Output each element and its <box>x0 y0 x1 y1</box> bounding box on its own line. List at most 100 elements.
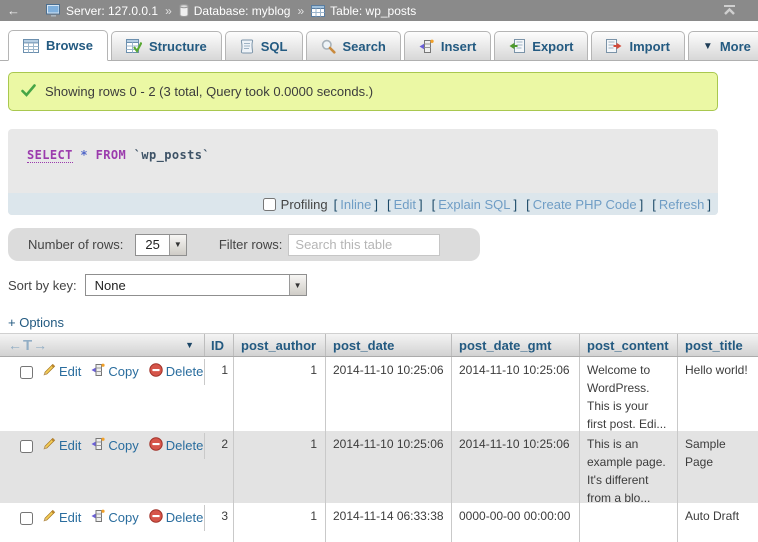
structure-icon <box>126 39 142 53</box>
sql-keyword-from: FROM <box>96 148 127 162</box>
dropdown-arrow-icon: ▼ <box>169 235 186 255</box>
query-link-group: [Edit] <box>384 197 426 212</box>
delete-icon <box>149 509 163 528</box>
filter-rows-label: Filter rows: <box>219 237 283 252</box>
filter-table-input[interactable] <box>288 234 440 256</box>
sql-query-box: SELECT * FROM `wp_posts` Profiling [Inli… <box>8 129 718 215</box>
column-header-post-date[interactable]: post_date <box>326 334 452 356</box>
sort-key-select[interactable]: None ▼ <box>85 274 307 296</box>
tab-label: Structure <box>149 39 207 54</box>
chevron-down-icon: ▼ <box>703 41 713 52</box>
tab-label: Browse <box>46 38 93 53</box>
row-checkbox[interactable] <box>20 366 33 379</box>
options-toggle-link[interactable]: + Options <box>8 315 64 330</box>
results-table: ←T→ ▼ ID post_author post_date post_date… <box>0 333 758 542</box>
breadcrumb-server[interactable]: Server: 127.0.0.1 <box>66 4 158 18</box>
delete-icon <box>149 437 163 456</box>
explain-sql-link[interactable]: Explain SQL <box>438 197 510 212</box>
create-php-code-link[interactable]: Create PHP Code <box>533 197 637 212</box>
cell-post-content: Welcome to WordPress. This is your first… <box>580 357 678 431</box>
bracket: [ <box>387 197 391 212</box>
delete-link[interactable]: Delete <box>166 509 204 527</box>
cell-post-content: This is an example page. It's different … <box>580 431 678 503</box>
query-toolbar: Profiling [Inline] [Edit] [Explain SQL] … <box>8 193 718 215</box>
column-header-post-date-gmt[interactable]: post_date_gmt <box>452 334 580 356</box>
row-checkbox[interactable] <box>20 440 33 453</box>
cell-post-author: 1 <box>234 431 326 503</box>
row-checkbox[interactable] <box>20 512 33 525</box>
edit-link[interactable]: Edit <box>59 437 81 455</box>
sql-icon <box>240 39 254 54</box>
delete-link[interactable]: Delete <box>166 437 204 455</box>
bracket: ] <box>419 197 423 212</box>
cell-post-date: 2014-11-10 10:25:06 <box>326 431 452 503</box>
sql-keyword-select[interactable]: SELECT <box>27 148 73 163</box>
sql-query-text: SELECT * FROM `wp_posts` <box>27 148 210 162</box>
rows-per-page-select[interactable]: 25 ▼ <box>135 234 186 256</box>
server-icon <box>46 4 61 17</box>
breadcrumb-database[interactable]: Database: myblog <box>194 4 291 18</box>
delete-link[interactable]: Delete <box>166 363 204 381</box>
column-header-post-author[interactable]: post_author <box>234 334 326 356</box>
cell-id: 1 <box>205 357 234 431</box>
tab-label: Search <box>343 39 386 54</box>
column-header-post-content[interactable]: post_content <box>580 334 678 356</box>
copy-icon <box>91 437 105 456</box>
bracket: ] <box>640 197 644 212</box>
copy-icon <box>91 509 105 528</box>
bracket: [ <box>334 197 338 212</box>
sort-by-key-label: Sort by key: <box>8 278 77 293</box>
tab-structure[interactable]: Structure <box>111 31 222 60</box>
browse-icon <box>23 39 39 53</box>
tab-sql[interactable]: SQL <box>225 31 303 60</box>
rows-per-page-value: 25 <box>136 235 168 255</box>
edit-link[interactable]: Edit <box>59 363 81 381</box>
breadcrumb-table[interactable]: Table: wp_posts <box>330 4 416 18</box>
table-row: Edit Copy Delete 2 1 2014-11-10 10:25:06… <box>0 431 758 503</box>
tab-browse[interactable]: Browse <box>8 30 108 61</box>
copy-link[interactable]: Copy <box>108 437 138 455</box>
back-arrow-icon[interactable]: ← <box>7 3 20 18</box>
tab-insert[interactable]: Insert <box>404 31 491 60</box>
edit-icon <box>42 363 56 382</box>
tab-search[interactable]: Search <box>306 31 401 60</box>
number-of-rows-label: Number of rows: <box>28 237 123 252</box>
search-icon <box>321 39 336 54</box>
cell-id: 3 <box>205 503 234 542</box>
cell-post-author: 1 <box>234 357 326 431</box>
inline-link[interactable]: Inline <box>340 197 371 212</box>
sql-star: * <box>80 148 88 162</box>
tab-import[interactable]: Import <box>591 31 684 60</box>
copy-link[interactable]: Copy <box>108 509 138 527</box>
delete-icon <box>149 363 163 382</box>
edit-icon <box>42 437 56 456</box>
cell-post-author: 1 <box>234 503 326 542</box>
tab-label: Import <box>629 39 669 54</box>
cell-post-content <box>580 503 678 542</box>
status-text: Showing rows 0 - 2 (3 total, Query took … <box>45 84 373 99</box>
export-icon <box>509 39 525 53</box>
column-header-post-title[interactable]: post_title <box>678 334 758 356</box>
profiling-checkbox[interactable] <box>263 198 276 211</box>
breadcrumb-bar: ← Server: 127.0.0.1 » Database: myblog »… <box>0 0 758 21</box>
edit-query-link[interactable]: Edit <box>394 197 416 212</box>
sort-caret-icon[interactable]: ▼ <box>185 340 194 350</box>
column-header-id[interactable]: ID <box>205 334 234 356</box>
table-row: Edit Copy Delete 1 1 2014-11-10 10:25:06… <box>0 357 758 431</box>
collapse-top-icon[interactable] <box>723 4 736 19</box>
copy-icon <box>91 363 105 382</box>
tab-more[interactable]: ▼ More <box>688 31 758 60</box>
copy-link[interactable]: Copy <box>108 363 138 381</box>
query-link-group: [Inline] <box>331 197 381 212</box>
tab-export[interactable]: Export <box>494 31 588 60</box>
bracket: [ <box>526 197 530 212</box>
cell-post-title: Hello world! <box>678 357 758 431</box>
edit-link[interactable]: Edit <box>59 509 81 527</box>
cell-post-date-gmt: 2014-11-10 10:25:06 <box>452 357 580 431</box>
row-actions: Edit Copy Delete <box>0 505 205 531</box>
column-visibility-arrows[interactable]: ←T→ <box>8 337 48 354</box>
tab-label: Insert <box>441 39 476 54</box>
refresh-link[interactable]: Refresh <box>659 197 705 212</box>
insert-icon <box>419 39 434 54</box>
database-icon <box>179 4 189 17</box>
